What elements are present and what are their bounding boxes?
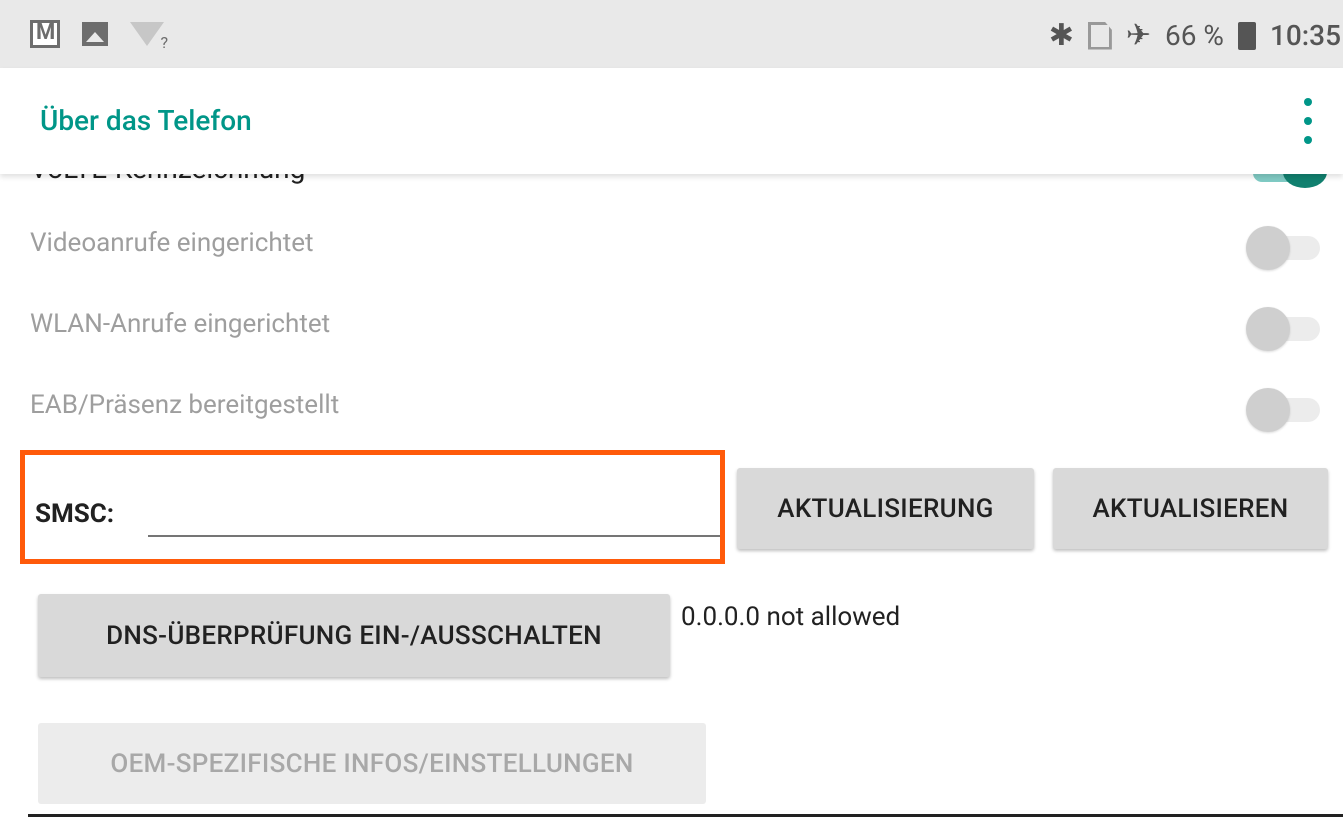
pref-label: Videoanrufe eingerichtet: [30, 228, 314, 258]
pref-row-wlan-calls[interactable]: WLAN-Anrufe eingerichtet: [30, 285, 1320, 365]
smsc-input[interactable]: [148, 485, 720, 537]
switch-wlan-calls[interactable]: [1246, 307, 1320, 351]
wifi-unknown-icon: [130, 22, 168, 52]
battery-icon: [1237, 21, 1256, 50]
switch-video-calls[interactable]: [1246, 226, 1320, 270]
smsc-highlight-box: SMSC:: [20, 450, 725, 564]
oem-settings-button[interactable]: OEM-SPEZIFISCHE INFOS/EINSTELLUNGEN: [38, 723, 706, 804]
settings-content[interactable]: VoLTE-Kennzeichnung Videoanrufe eingeric…: [0, 174, 1343, 821]
switch-thumb: [1246, 226, 1290, 270]
switch-eab-presence[interactable]: [1246, 388, 1320, 432]
dns-check-toggle-button[interactable]: DNS-ÜBERPRÜFUNG EIN-/AUSSCHALTEN: [38, 594, 670, 677]
status-bar: ✱ ✈ 66 % 10:35: [0, 0, 1343, 68]
status-bar-left: [30, 20, 168, 52]
pref-label: EAB/Präsenz bereitgestellt: [30, 390, 340, 420]
bluetooth-icon: ✱: [1048, 18, 1074, 53]
pref-row-video-calls[interactable]: Videoanrufe eingerichtet: [30, 204, 1320, 284]
overflow-dot: [1304, 98, 1312, 106]
pref-label-volte: VoLTE-Kennzeichnung: [30, 174, 305, 185]
gmail-icon: [30, 20, 60, 48]
switch-thumb: [1246, 307, 1290, 351]
no-sim-icon: [1087, 21, 1112, 50]
overflow-dot: [1304, 136, 1312, 144]
page-title: Über das Telefon: [40, 104, 252, 137]
switch-volte[interactable]: [1283, 174, 1327, 188]
smsc-update-button[interactable]: AKTUALISIERUNG: [737, 468, 1034, 549]
switch-thumb: [1246, 388, 1290, 432]
smsc-refresh-button[interactable]: AKTUALISIEREN: [1053, 468, 1328, 549]
app-bar: Über das Telefon: [0, 68, 1343, 174]
clock: 10:35: [1269, 19, 1341, 52]
dns-status-text: 0.0.0.0 not allowed: [681, 602, 901, 632]
status-bar-right: ✱ ✈ 66 % 10:35: [1049, 18, 1341, 53]
pref-row-eab-presence[interactable]: EAB/Präsenz bereitgestellt: [30, 366, 1320, 446]
more-vert-icon[interactable]: [1301, 98, 1315, 144]
battery-percent: 66 %: [1165, 19, 1224, 52]
smsc-label: SMSC:: [35, 499, 115, 529]
image-icon: [82, 22, 108, 46]
divider: [28, 814, 1343, 817]
airplane-icon: ✈: [1125, 18, 1152, 53]
pref-label: WLAN-Anrufe eingerichtet: [30, 309, 331, 339]
overflow-dot: [1304, 117, 1312, 125]
